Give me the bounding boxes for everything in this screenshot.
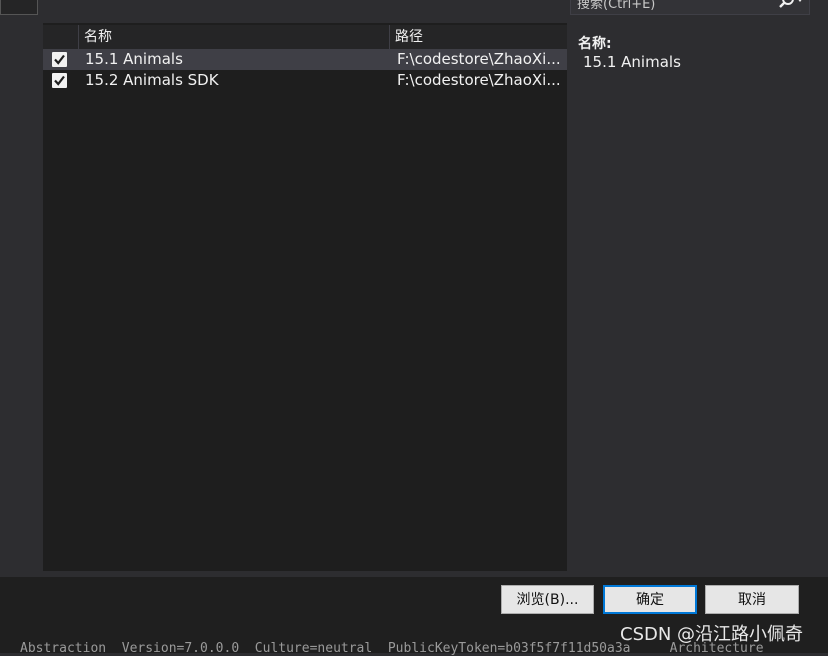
browse-button[interactable]: 浏览(B)... [501,585,594,614]
list-row[interactable]: 15.1 Animals F:\codestore\ZhaoXi... [43,49,567,70]
row-checkbox[interactable] [52,52,67,67]
top-left-panel-edge [0,0,38,15]
details-name: 15.1 Animals [583,53,681,71]
chevron-down-icon [798,0,802,2]
row-path: F:\codestore\ZhaoXi... [397,50,561,68]
column-divider [78,25,79,49]
reference-list: 名称 路径 15.1 Animals F:\codestore\ZhaoXi..… [43,23,567,571]
ok-button[interactable]: 确定 [603,585,697,614]
watermark: CSDN @沿江路小佩奇 [620,624,804,645]
search-box[interactable] [570,0,810,15]
list-header: 名称 路径 [43,25,567,49]
details-title: 名称: [578,36,612,52]
row-path: F:\codestore\ZhaoXi... [397,71,561,89]
search-input[interactable] [577,0,767,14]
column-header-name[interactable]: 名称 [84,25,112,49]
list-row[interactable]: 15.2 Animals SDK F:\codestore\ZhaoXi... [43,70,567,91]
row-name: 15.1 Animals [85,50,183,68]
column-divider [389,25,390,49]
row-name: 15.2 Animals SDK [85,71,219,89]
row-checkbox[interactable] [52,73,67,88]
cancel-button[interactable]: 取消 [705,585,799,614]
search-icon[interactable] [775,0,805,14]
check-icon [54,75,65,86]
check-icon [54,54,65,65]
column-header-path[interactable]: 路径 [395,25,423,49]
